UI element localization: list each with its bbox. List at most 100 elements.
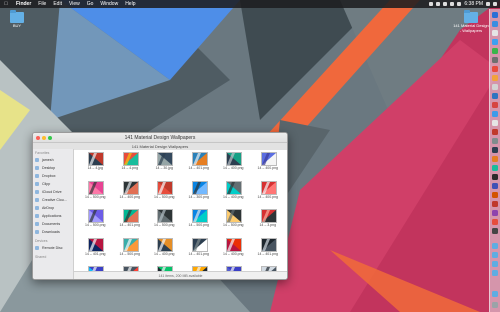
sidebar-item-clipp[interactable]: Clipp — [35, 181, 50, 187]
wifi-status-icon[interactable] — [443, 2, 448, 6]
battery-status-icon[interactable] — [457, 2, 462, 6]
file-name-label[interactable]: 14 – 500.png — [112, 252, 148, 256]
app-dock-icon[interactable] — [492, 120, 498, 126]
desktop-folder-buy[interactable]: BUY — [6, 10, 28, 28]
menu-window[interactable]: Window — [100, 1, 118, 7]
file-name-label[interactable]: 14 – 500.png — [146, 195, 182, 199]
menu-file[interactable]: File — [38, 1, 46, 7]
app-dock-icon[interactable] — [492, 192, 498, 198]
file-thumbnail[interactable] — [157, 209, 174, 223]
menu-help[interactable]: Help — [125, 1, 135, 7]
downloads-dock-icon[interactable] — [492, 270, 498, 276]
app-dock-icon[interactable] — [492, 147, 498, 153]
menu-edit[interactable]: Edit — [53, 1, 62, 7]
menu-view[interactable]: View — [69, 1, 80, 7]
file-thumbnail[interactable] — [157, 180, 174, 195]
app-dock-icon[interactable] — [492, 84, 498, 90]
sidebar-item-remote-disc[interactable]: Remote Disc — [35, 245, 63, 251]
file-name-label[interactable]: 14 – 401.png — [181, 166, 217, 170]
file-name-label[interactable]: 14 – 500.png — [146, 223, 182, 227]
file-name-label[interactable]: 14 – 400.png — [250, 166, 286, 170]
twitter-dock-icon[interactable] — [492, 39, 498, 45]
file-name-label[interactable]: 14 – 401.png — [250, 252, 286, 256]
folder-dock-icon[interactable] — [492, 291, 498, 297]
file-thumbnail[interactable] — [226, 209, 243, 223]
file-thumbnail[interactable] — [191, 152, 208, 166]
apple-menu-icon[interactable]:  — [3, 1, 9, 7]
file-name-label[interactable]: 14 – 400.png — [215, 252, 251, 256]
folder-dock-icon[interactable] — [492, 252, 498, 258]
app-dock-icon[interactable] — [492, 129, 498, 135]
file-thumbnail[interactable] — [226, 237, 243, 252]
file-thumbnail[interactable] — [191, 209, 208, 223]
messages-dock-icon[interactable] — [492, 48, 498, 54]
menu-app-name[interactable]: Finder — [16, 1, 31, 7]
file-thumbnail[interactable] — [122, 152, 139, 166]
file-thumbnail[interactable] — [88, 152, 105, 166]
app-dock-icon[interactable] — [492, 57, 498, 63]
app-dock-icon[interactable] — [492, 111, 498, 117]
file-name-label[interactable]: 14 – 401.png — [77, 252, 113, 256]
app-dock-icon[interactable] — [492, 183, 498, 189]
file-thumbnail[interactable] — [226, 152, 243, 166]
sidebar-item-downloads[interactable]: Downloads — [35, 229, 60, 235]
desktop-folder-wallpapers[interactable]: 141 Material Design - Wallpapers — [452, 10, 490, 33]
file-thumbnail[interactable] — [260, 152, 277, 166]
file-thumbnail[interactable] — [157, 152, 174, 166]
file-thumbnail[interactable] — [260, 180, 277, 195]
file-thumbnail[interactable] — [260, 237, 277, 252]
file-thumbnail[interactable] — [226, 180, 243, 195]
finder-dock-icon[interactable] — [492, 12, 498, 18]
app-dock-icon[interactable] — [492, 165, 498, 171]
file-name-label[interactable]: 14 – 400.png — [215, 166, 251, 170]
app-dock-icon[interactable] — [492, 219, 498, 225]
app-dock-icon[interactable] — [492, 156, 498, 162]
sidebar-item-dropbox[interactable]: Dropbox — [35, 173, 56, 179]
trash-dock-icon[interactable] — [492, 302, 498, 308]
sidebar-item-icloud[interactable]: iCloud Drive — [35, 189, 62, 195]
file-thumbnail[interactable] — [122, 237, 139, 252]
sidebar-item-desktop[interactable]: Desktop — [35, 165, 55, 171]
menu-clock[interactable]: 6:38 PM — [464, 1, 483, 7]
dropbox-status-icon[interactable] — [429, 2, 434, 6]
file-name-label[interactable]: 14 – 500.png — [181, 223, 217, 227]
file-name-label[interactable]: 14 – 400.png — [215, 195, 251, 199]
file-name-label[interactable]: 14 – 400.png — [146, 252, 182, 256]
file-name-label[interactable]: 14 – 400.png — [250, 195, 286, 199]
app-dock-icon[interactable] — [492, 93, 498, 99]
file-thumbnail[interactable] — [88, 237, 105, 252]
file-name-label[interactable]: 14 – 4.png — [112, 166, 148, 170]
finder-titlebar[interactable]: 141 Material Design Wallpapers 141 Mater… — [33, 133, 287, 150]
app-dock-icon[interactable] — [492, 75, 498, 81]
app-dock-icon[interactable] — [492, 174, 498, 180]
app-dock-icon[interactable] — [492, 201, 498, 207]
file-thumbnail[interactable] — [122, 209, 139, 223]
file-name-label[interactable]: 14 – 400.png — [112, 195, 148, 199]
volume-status-icon[interactable] — [450, 2, 455, 6]
file-thumbnail[interactable] — [191, 180, 208, 195]
sidebar-item-creative-cloud[interactable]: Creative Clou... — [35, 197, 67, 203]
safari-dock-icon[interactable] — [492, 21, 498, 27]
file-name-label[interactable]: 14 – 300.png — [181, 195, 217, 199]
app-dock-icon[interactable] — [492, 138, 498, 144]
file-name-label[interactable]: 14 – 401.png — [112, 223, 148, 227]
file-name-label[interactable]: 14 – 500.png — [215, 223, 251, 227]
file-thumbnail[interactable] — [260, 209, 277, 223]
file-name-label[interactable]: 14 – 500.png — [77, 195, 113, 199]
app-dock-icon[interactable] — [492, 228, 498, 234]
file-thumbnail[interactable] — [88, 180, 105, 195]
spotlight-search-icon[interactable] — [486, 2, 490, 6]
folder-dock-icon[interactable] — [492, 243, 498, 249]
menu-go[interactable]: Go — [87, 1, 94, 7]
file-name-label[interactable]: 14 – 500.png — [77, 223, 113, 227]
sidebar-item-documents[interactable]: Documents — [35, 221, 60, 227]
sidebar-item-home[interactable]: jamesh — [35, 157, 54, 163]
file-name-label[interactable]: 14 – 3.png — [250, 223, 286, 227]
sidebar-item-applications[interactable]: Applications — [35, 213, 61, 219]
sync-status-icon[interactable] — [436, 2, 441, 6]
file-name-label[interactable]: 14 – 401.png — [181, 252, 217, 256]
notification-center-icon[interactable] — [493, 2, 497, 6]
app-dock-icon[interactable] — [492, 102, 498, 108]
sidebar-item-airdrop[interactable]: AirDrop — [35, 205, 54, 211]
app-dock-icon[interactable] — [492, 210, 498, 216]
